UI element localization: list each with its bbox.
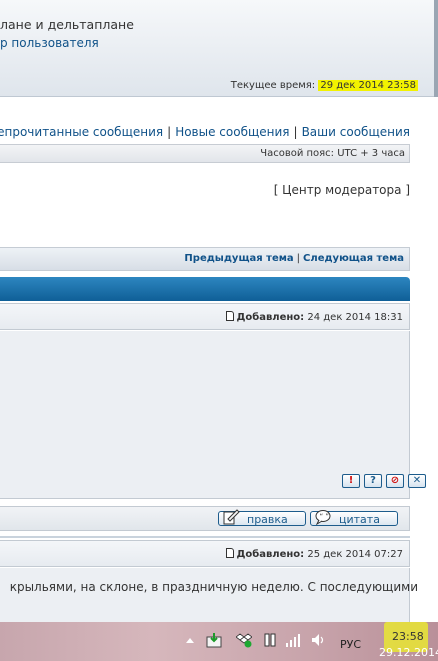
quote-button[interactable]: “ ” цитата (310, 510, 398, 526)
your-posts-link[interactable]: Ваши сообщения (302, 125, 410, 139)
added-label: Добавлено: (236, 549, 305, 560)
separator: | (293, 125, 298, 139)
current-time: Текущее время: 29 дек 2014 23:58 (231, 80, 418, 91)
warn-icon[interactable]: ! (342, 474, 360, 488)
ban-icon[interactable]: ⊘ (386, 474, 404, 488)
post-moderation-actions: !? ⊘ ✕ (338, 474, 426, 493)
quote-label: цитата (339, 513, 380, 526)
post-divider (0, 536, 410, 538)
site-description: лане и дельтаплане (0, 17, 134, 32)
next-topic-link[interactable]: Следующая тема (303, 253, 404, 264)
added-label: Добавлено: (236, 312, 305, 323)
post-text: крыльями, на склоне, в праздничную недел… (9, 580, 418, 594)
chevron-up-icon[interactable] (184, 636, 196, 646)
topic-title-bar (0, 277, 410, 301)
clock-time[interactable]: 23:58 (392, 630, 424, 643)
current-time-label: Текущее время: (230, 80, 316, 91)
speaker-icon[interactable] (310, 632, 326, 648)
language-indicator[interactable]: РУС (340, 638, 361, 651)
device-icon[interactable] (262, 632, 278, 648)
moderator-center-link[interactable]: [ Центр модератора ] (274, 183, 410, 197)
mail-icon[interactable] (206, 632, 222, 648)
post-link-icon[interactable] (226, 548, 235, 558)
window-edge (434, 0, 438, 97)
current-time-value: 29 дек 2014 23:58 (318, 80, 418, 91)
added-date: 25 дек 2014 07:27 (307, 549, 403, 560)
timezone-bar: Часовой пояс: UTC + 3 часа (0, 144, 410, 163)
edit-label: правка (247, 513, 288, 526)
quick-links: Непрочитанные сообщения | Новые сообщения |… (0, 125, 410, 139)
topic-navigation: Предыдущая тема | Следующая тема (0, 247, 410, 271)
edit-icon (223, 509, 240, 525)
taskbar (0, 622, 438, 661)
timezone-text: Часовой пояс: UTC + 3 часа (260, 148, 405, 159)
post-buttons-row: правка “ ” цитата (0, 506, 410, 531)
delete-icon[interactable]: ✕ (408, 474, 426, 488)
added-date: 24 дек 2014 18:31 (307, 312, 403, 323)
post-header: Добавлено: 25 дек 2014 07:27 (0, 540, 410, 567)
quote-icon: “ ” (315, 510, 331, 525)
post-body (0, 568, 410, 622)
prev-topic-link[interactable]: Предыдущая тема (184, 253, 293, 264)
user-control-link[interactable]: р пользователя (0, 36, 99, 50)
post-link-icon[interactable] (226, 311, 235, 321)
post-meta: Добавлено: 25 дек 2014 07:27 (226, 548, 403, 560)
unread-posts-link[interactable]: Непрочитанные сообщения (0, 125, 163, 139)
svg-text:“ ”: “ ” (320, 513, 329, 521)
info-icon[interactable]: ? (364, 474, 382, 488)
new-posts-link[interactable]: Новые сообщения (175, 125, 289, 139)
clock-date[interactable]: 29.12.2014 (379, 646, 438, 659)
signal-icon[interactable] (285, 632, 301, 648)
post-header: Добавлено: 24 дек 2014 18:31 (0, 303, 410, 330)
edit-button[interactable]: правка (218, 509, 306, 526)
forum-header: лане и дельтаплане р пользователя Текуще… (0, 0, 438, 97)
separator: | (296, 253, 301, 264)
post-meta: Добавлено: 24 дек 2014 18:31 (226, 311, 403, 323)
dropbox-icon[interactable] (236, 632, 252, 648)
separator: | (167, 125, 172, 139)
